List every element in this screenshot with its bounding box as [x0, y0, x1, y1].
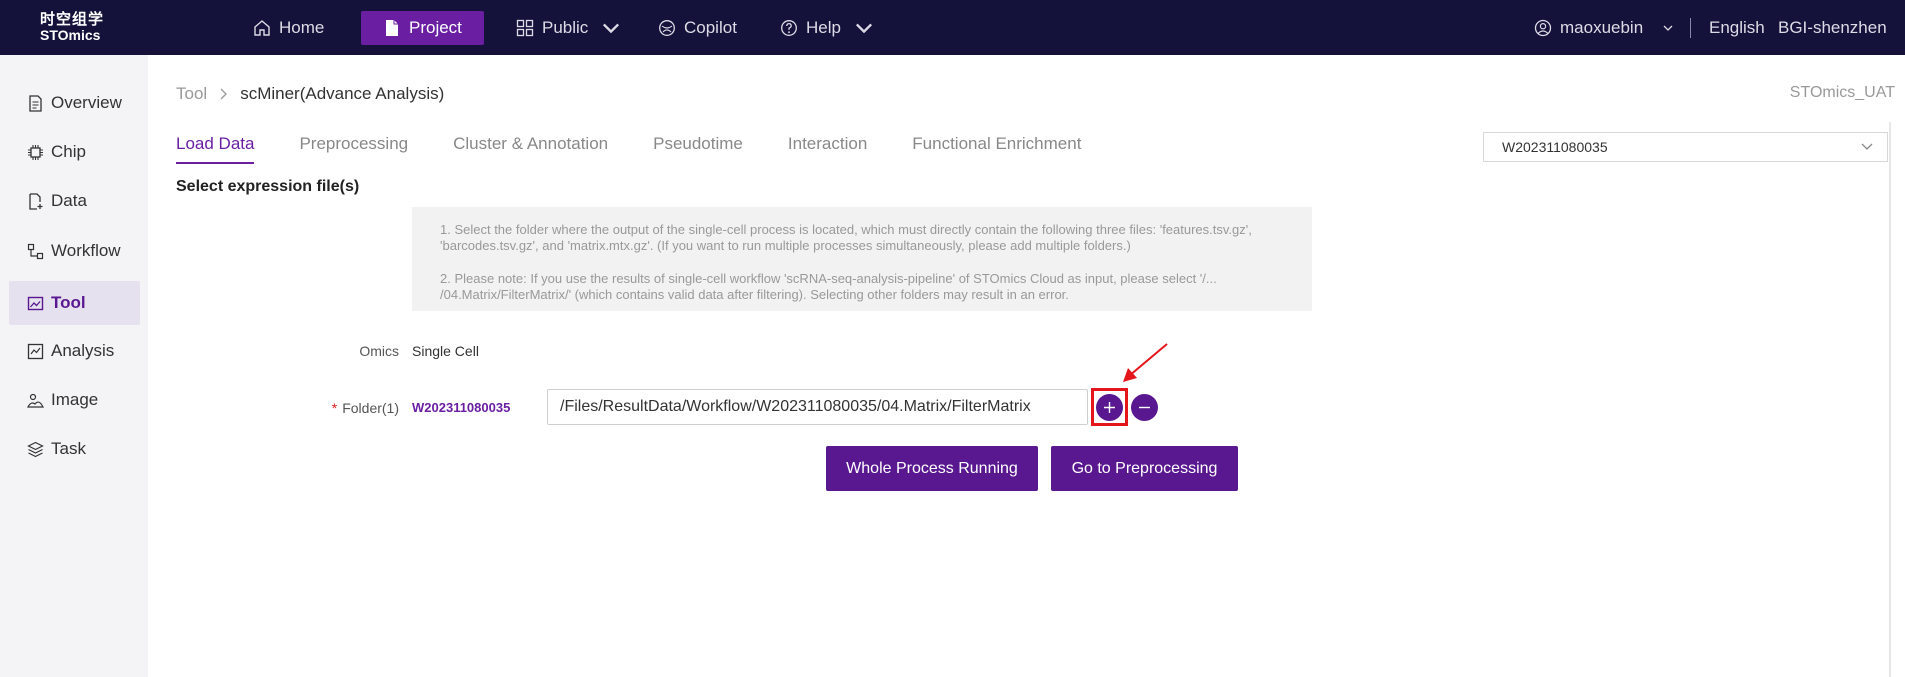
sidebar-item-image[interactable]: Image [9, 378, 140, 422]
sidebar-item-label: Data [51, 191, 87, 210]
nav-help[interactable]: Help [780, 11, 873, 45]
nav-project-label: Project [409, 18, 462, 37]
omics-value: Single Cell [412, 343, 479, 359]
tool-icon [27, 296, 44, 310]
plus-icon [1104, 402, 1115, 413]
required-mark: * [331, 400, 338, 416]
nav-public[interactable]: Public [516, 11, 620, 45]
scrollbar-track[interactable] [1889, 122, 1891, 677]
breadcrumb-current: scMiner(Advance Analysis) [240, 84, 445, 103]
section-title: Select expression file(s) [176, 178, 360, 195]
remove-folder-button[interactable] [1131, 394, 1158, 421]
sidebar-item-label: Tool [51, 293, 86, 312]
sidebar-item-chip[interactable]: Chip [9, 130, 140, 174]
folder-path-input[interactable]: /Files/ResultData/Workflow/W202311080035… [547, 389, 1088, 425]
nav-home-label: Home [279, 18, 325, 37]
sidebar-item-analysis[interactable]: Analysis [9, 329, 140, 373]
project-icon [386, 20, 398, 36]
language-switch[interactable]: English [1709, 11, 1765, 45]
annotation-arrow-icon [1123, 343, 1168, 382]
chevron-right-icon [220, 88, 228, 100]
grid-icon [516, 19, 534, 37]
stomics-logo[interactable]: 时空组学 STOmics [40, 12, 110, 44]
go-to-preprocessing-button[interactable]: Go to Preprocessing [1051, 446, 1238, 491]
nav-project[interactable]: Project [361, 11, 484, 45]
nav-copilot[interactable]: Copilot [658, 11, 737, 45]
logo-chinese-text: 时空组学 [40, 10, 105, 28]
sidebar-item-workflow[interactable]: Workflow [9, 229, 140, 273]
image-icon [27, 393, 44, 408]
sidebar-item-label: Analysis [51, 341, 115, 360]
home-icon [254, 20, 270, 36]
whole-process-running-button[interactable]: Whole Process Running [826, 446, 1038, 491]
nav-copilot-label: Copilot [684, 18, 737, 37]
chevron-down-icon [1663, 25, 1673, 31]
user-menu[interactable]: maoxuebin [1534, 11, 1673, 45]
tab-load-data[interactable]: Load Data [176, 134, 255, 164]
data-icon [29, 192, 43, 210]
nav-home[interactable]: Home [253, 11, 324, 45]
workflow-icon [27, 243, 44, 259]
divider [1690, 18, 1691, 38]
nav-help-label: Help [806, 18, 841, 37]
sidebar-item-label: Task [51, 439, 86, 458]
language-label: English [1709, 18, 1765, 37]
instructions-notice: 1. Select the folder where the output of… [412, 207, 1312, 311]
org-label: BGI-shenzhen [1778, 18, 1887, 37]
chevron-down-icon [1861, 143, 1873, 150]
omics-label: Omics [359, 343, 399, 359]
project-select-value: W202311080035 [1502, 139, 1608, 155]
username: maoxuebin [1560, 18, 1644, 37]
sidebar-item-label: Overview [51, 93, 122, 112]
notice-paragraph-1: 1. Select the folder where the output of… [440, 222, 1252, 253]
tab-functional-enrichment[interactable]: Functional Enrichment [912, 134, 1081, 164]
tab-pseudotime[interactable]: Pseudotime [653, 134, 743, 164]
sidebar: Overview Chip Data Workflow Tool Analysi… [0, 55, 148, 677]
tab-interaction[interactable]: Interaction [788, 134, 867, 164]
project-select[interactable]: W202311080035 [1483, 132, 1888, 162]
folder-label-text: Folder(1) [342, 400, 399, 416]
minus-icon [1139, 406, 1150, 409]
nav-public-label: Public [542, 18, 589, 37]
sidebar-item-label: Image [51, 390, 99, 409]
tab-cluster-annotation[interactable]: Cluster & Annotation [453, 134, 608, 164]
logo-english-text: STOmics [40, 27, 101, 43]
environment-label: STOmics_UAT [1789, 84, 1895, 101]
sidebar-item-data[interactable]: Data [9, 179, 140, 223]
org-switch[interactable]: BGI-shenzhen [1778, 11, 1887, 45]
user-icon [1534, 19, 1552, 37]
layers-icon [27, 441, 44, 457]
top-nav-bar: 时空组学 STOmics Home Project Public Copilot… [0, 0, 1905, 55]
tab-bar: Load Data Preprocessing Cluster & Annota… [176, 134, 1081, 164]
breadcrumb-root[interactable]: Tool [176, 84, 207, 104]
help-icon [781, 20, 797, 36]
folder-project-tag: W202311080035 [412, 400, 511, 415]
chevron-down-icon [603, 23, 620, 34]
copilot-icon [659, 20, 675, 36]
sidebar-item-overview[interactable]: Overview [9, 81, 140, 125]
chevron-down-icon [855, 23, 872, 34]
folder-label: * Folder(1) [300, 400, 399, 416]
breadcrumb: Tool scMiner(Advance Analysis) [176, 84, 444, 104]
sidebar-item-task[interactable]: Task [9, 427, 140, 471]
analysis-icon [27, 343, 44, 359]
sidebar-item-tool[interactable]: Tool [9, 281, 140, 325]
document-icon [29, 94, 42, 112]
add-folder-button[interactable] [1096, 394, 1123, 421]
chip-icon [28, 144, 43, 160]
tab-preprocessing[interactable]: Preprocessing [299, 134, 408, 164]
sidebar-item-label: Workflow [51, 241, 121, 260]
sidebar-item-label: Chip [51, 142, 86, 161]
notice-paragraph-2: 2. Please note: If you use the results o… [440, 271, 1217, 302]
